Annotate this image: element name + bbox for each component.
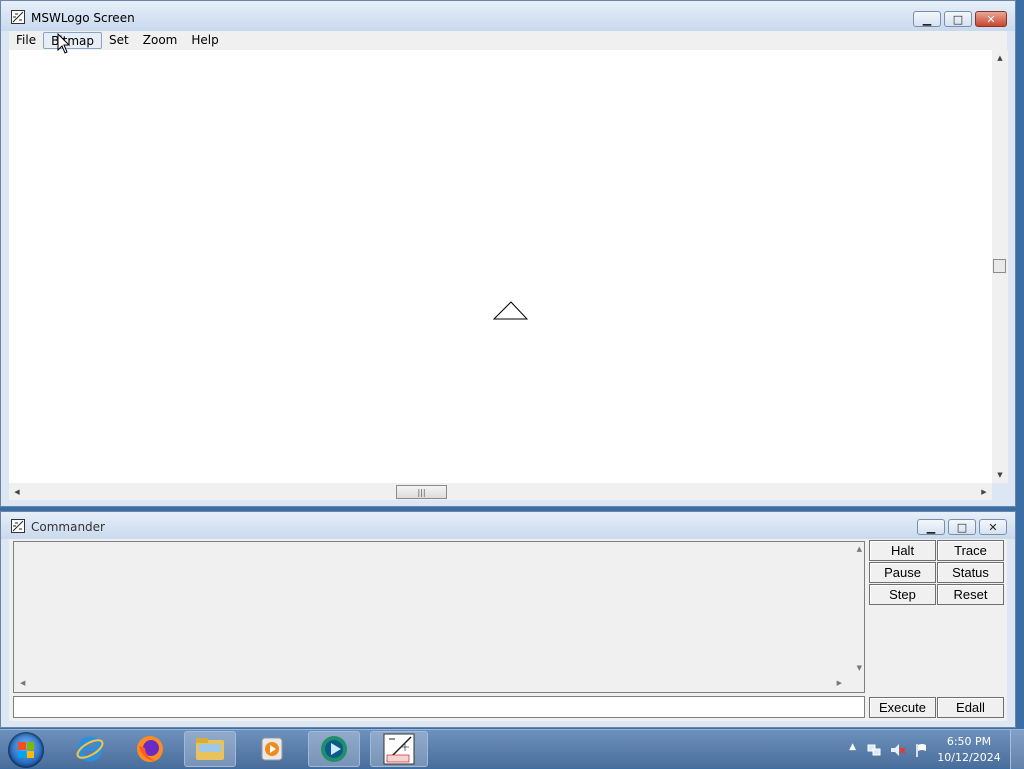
clock-time: 6:50 PM xyxy=(946,735,992,748)
media-player-icon xyxy=(261,737,283,761)
horizontal-scrollbar[interactable]: ◀ ||| ▶ xyxy=(9,483,992,500)
scroll-right-icon[interactable]: ▶ xyxy=(976,483,992,500)
show-hidden-icons-chevron[interactable]: ▲ xyxy=(849,742,856,752)
taskbar-mswlogo-commander[interactable] xyxy=(370,731,428,767)
commander-close-button[interactable]: ✕ xyxy=(979,519,1007,535)
taskbar-mswlogo-screen[interactable] xyxy=(308,731,360,767)
commander-window: Commander ▁ □ ✕ ▲ ▼ ◀ ▶ Halt Trace Pause… xyxy=(0,511,1016,728)
history-hscroll-right-icon[interactable]: ▶ xyxy=(837,679,842,687)
status-button[interactable]: Status xyxy=(937,562,1004,583)
close-icon: ✕ xyxy=(988,520,998,534)
scroll-left-icon[interactable]: ◀ xyxy=(9,483,25,500)
mswlogo-app-icon xyxy=(11,10,25,24)
commander-titlebar[interactable]: Commander ▁ □ ✕ xyxy=(1,512,1015,539)
minimize-icon: ▁ xyxy=(922,12,932,26)
media-center-icon xyxy=(321,736,347,762)
turtle-icon xyxy=(493,301,529,320)
taskbar-firefox[interactable] xyxy=(124,731,176,767)
commander-minimize-button[interactable]: ▁ xyxy=(917,519,945,535)
screen-titlebar[interactable]: MSWLogo Screen ▁ □ ✕ xyxy=(1,1,1015,31)
scroll-down-icon[interactable]: ▼ xyxy=(992,467,1008,483)
horizontal-scroll-thumb[interactable]: ||| xyxy=(396,485,447,499)
show-desktop-button[interactable] xyxy=(1010,730,1024,769)
command-input[interactable] xyxy=(13,696,865,718)
screen-window-title: MSWLogo Screen xyxy=(31,11,135,25)
taskbar-media-player[interactable] xyxy=(246,731,298,767)
trace-button[interactable]: Trace xyxy=(937,540,1004,561)
maximize-button[interactable]: □ xyxy=(944,11,972,27)
taskbar-internet-explorer[interactable] xyxy=(64,731,116,767)
firefox-icon xyxy=(137,736,163,762)
menu-help[interactable]: Help xyxy=(184,32,225,49)
menu-set[interactable]: Set xyxy=(102,32,136,49)
scroll-up-icon[interactable]: ▲ xyxy=(992,50,1008,66)
maximize-icon: □ xyxy=(956,520,968,534)
internet-explorer-icon xyxy=(76,736,104,762)
commander-app-icon xyxy=(11,519,25,533)
drawing-canvas[interactable] xyxy=(9,50,992,483)
commander-caption-buttons: ▁ □ ✕ xyxy=(917,519,1007,535)
edall-button[interactable]: Edall xyxy=(937,697,1004,718)
history-vscroll-down-icon[interactable]: ▼ xyxy=(857,664,862,672)
reset-button[interactable]: Reset xyxy=(937,584,1004,605)
vertical-scroll-thumb[interactable] xyxy=(993,259,1006,273)
mswlogo-screen-window: MSWLogo Screen ▁ □ ✕ File Bitmap Set Zoo… xyxy=(0,0,1016,507)
commander-window-title: Commander xyxy=(31,520,105,534)
halt-button[interactable]: Halt xyxy=(869,540,936,561)
history-hscroll-left-icon[interactable]: ◀ xyxy=(20,679,25,687)
menu-file[interactable]: File xyxy=(9,32,43,49)
vertical-scrollbar[interactable]: ▲ ▼ xyxy=(992,50,1008,483)
step-button[interactable]: Step xyxy=(869,584,936,605)
taskbar-file-explorer[interactable] xyxy=(184,731,236,767)
windows-logo-icon xyxy=(18,742,34,758)
close-icon: ✕ xyxy=(986,12,996,26)
system-clock[interactable]: 6:50 PM 10/12/2024 xyxy=(934,734,1004,766)
action-center-flag-icon[interactable] xyxy=(914,742,930,758)
menu-zoom[interactable]: Zoom xyxy=(136,32,185,49)
menu-bar: File Bitmap Set Zoom Help xyxy=(9,31,1007,50)
start-button[interactable] xyxy=(8,732,44,768)
history-vscroll-up-icon[interactable]: ▲ xyxy=(857,545,862,553)
volume-muted-icon[interactable] xyxy=(890,742,906,758)
mswlogo-taskbar-icon xyxy=(383,733,415,765)
execute-button[interactable]: Execute xyxy=(869,697,936,718)
maximize-icon: □ xyxy=(952,12,964,26)
clock-date: 10/12/2024 xyxy=(937,751,1001,764)
command-history-box[interactable]: ▲ ▼ ◀ ▶ xyxy=(13,541,865,693)
close-button[interactable]: ✕ xyxy=(975,11,1007,27)
network-icon[interactable] xyxy=(866,742,882,758)
taskbar: ▲ 6:50 PM 10/12/2024 xyxy=(0,729,1024,769)
pause-button[interactable]: Pause xyxy=(869,562,936,583)
mouse-cursor-icon xyxy=(57,33,71,54)
menu-bitmap[interactable]: Bitmap xyxy=(43,32,103,49)
folder-icon xyxy=(196,738,224,760)
minimize-icon: ▁ xyxy=(926,520,936,534)
commander-body: ▲ ▼ ◀ ▶ Halt Trace Pause Status Step Res… xyxy=(9,539,1007,721)
commander-maximize-button[interactable]: □ xyxy=(948,519,976,535)
minimize-button[interactable]: ▁ xyxy=(913,11,941,27)
screen-caption-buttons: ▁ □ ✕ xyxy=(913,11,1007,27)
